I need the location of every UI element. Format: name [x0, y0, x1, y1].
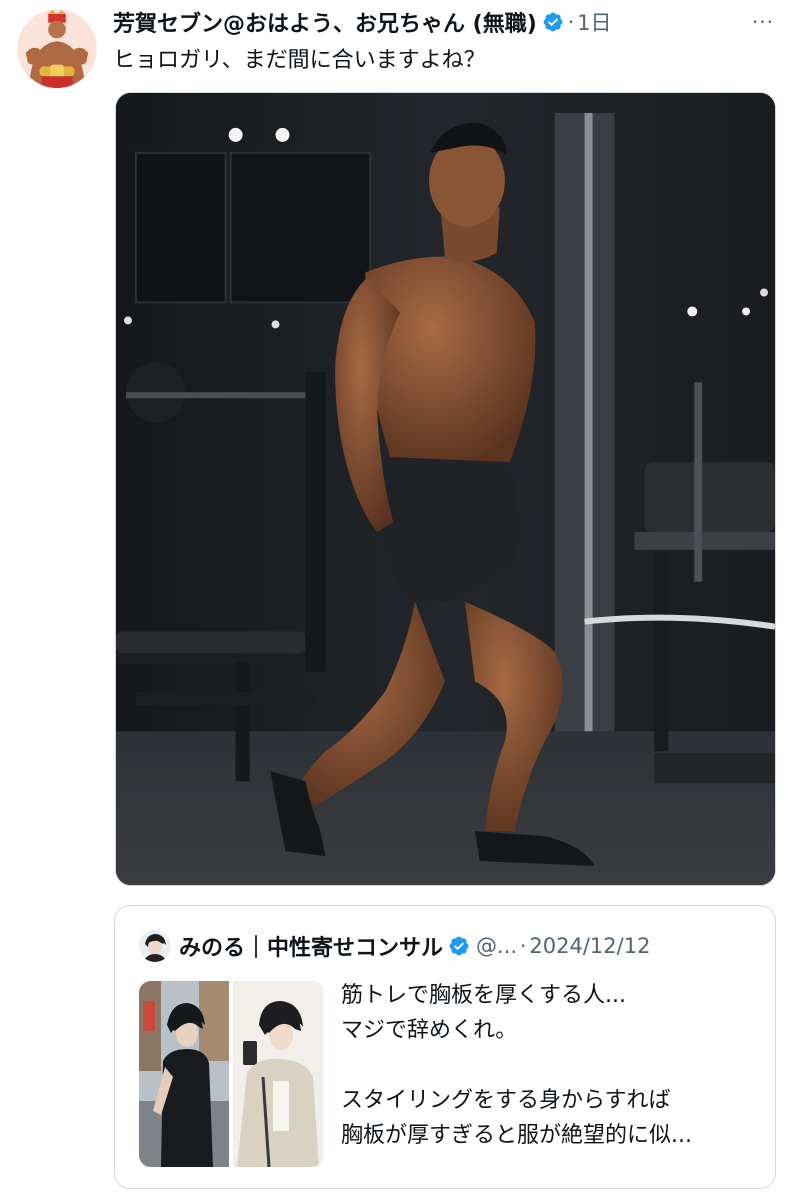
quote-header: みのる｜中性寄せコンサル @... · 2024/12/12: [139, 928, 650, 964]
quote-author-name[interactable]: みのる｜中性寄せコンサル: [179, 930, 443, 962]
tweet-time[interactable]: 1日: [577, 7, 611, 37]
verified-badge-icon[interactable]: [448, 935, 470, 957]
quote-text-line: 胸板が厚すぎると服が絶望的に似...: [341, 1123, 692, 1148]
quoted-tweet[interactable]: みのる｜中性寄せコンサル @... · 2024/12/12 筋トレで胸板を厚く…: [114, 905, 776, 1189]
author-avatar[interactable]: [17, 9, 97, 89]
quote-text-line: スタイリングをする身からすれば: [341, 1088, 671, 1113]
gym-photo-image: [116, 93, 775, 885]
tweet-header: 芳賀セブン@おはよう、お兄ちゃん (無職) · 1日: [113, 6, 612, 38]
separator-dot: ·: [567, 10, 575, 34]
tweet-text: ヒョロガリ、まだ間に合いますよね？: [113, 48, 486, 73]
quote-author-avatar[interactable]: [139, 930, 171, 962]
quote-text-line: 筋トレで胸板を厚くする人...: [341, 983, 626, 1008]
avatar-image: [18, 10, 96, 88]
more-options-icon[interactable]: ···: [748, 10, 778, 34]
quote-author-handle[interactable]: @...: [476, 934, 517, 958]
quote-text-line: [341, 1048, 761, 1083]
quote-media[interactable]: [139, 981, 324, 1167]
quote-date[interactable]: 2024/12/12: [529, 934, 650, 958]
quote-text: 筋トレで胸板を厚くする人... マジで辞めくれ。 スタイリングをする身からすれば…: [341, 978, 761, 1153]
tweet-photo[interactable]: [115, 92, 776, 886]
quote-text-line: マジで辞めくれ。: [341, 1018, 518, 1043]
quote-image-1[interactable]: [139, 981, 229, 1167]
verified-badge-icon[interactable]: [542, 11, 564, 33]
author-name[interactable]: 芳賀セブン@おはよう、お兄ちゃん (無職): [113, 6, 537, 38]
quote-image-2[interactable]: [233, 981, 323, 1167]
separator-dot: ·: [520, 934, 527, 958]
